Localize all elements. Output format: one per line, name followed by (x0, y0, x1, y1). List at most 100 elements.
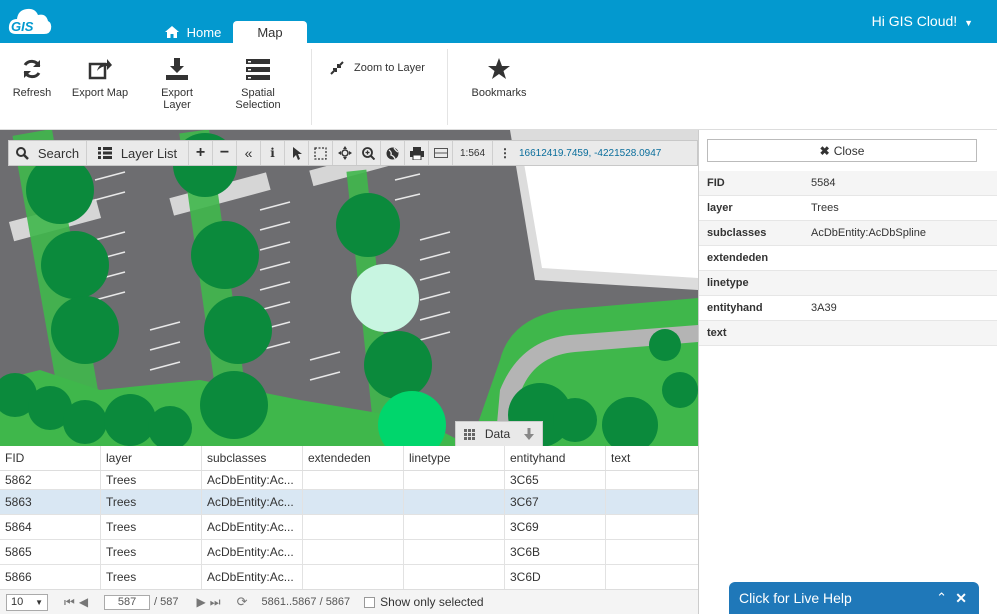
tab-home[interactable]: Home (153, 21, 233, 43)
data-panel-toggle[interactable]: Data (455, 421, 543, 446)
table-cell: 5865 (0, 540, 101, 564)
column-header[interactable]: linetype (404, 446, 505, 470)
zoom-box-button[interactable] (357, 141, 381, 165)
bookmarks-button[interactable]: Bookmarks (468, 57, 530, 99)
move-icon (337, 146, 352, 160)
attribute-row: entityhand 3A39 (699, 296, 997, 321)
previous-page-icon[interactable]: ◀ (79, 595, 88, 609)
box-select-button[interactable] (309, 141, 333, 165)
table-cell (606, 490, 698, 514)
measure-button[interactable] (429, 141, 453, 165)
attribute-key: subclasses (707, 227, 767, 239)
table-row-selected[interactable]: 5863 Trees AcDbEntity:Ac... 3C67 (0, 490, 698, 515)
last-page-icon[interactable]: ⏭ (210, 595, 221, 610)
page-size-select[interactable]: 10 ▼ (6, 593, 48, 611)
full-extent-button[interactable] (381, 141, 405, 165)
greeting-text: Hi GIS Cloud! (871, 13, 958, 29)
layer-list-label: Layer List (120, 145, 178, 161)
close-icon: ✖ (819, 143, 830, 158)
attribute-value: AcDbEntity:AcDbSpline (811, 227, 926, 239)
download-icon (166, 58, 188, 80)
export-layer-label-2: Layer (163, 99, 191, 111)
close-button[interactable]: ✖ Close (707, 139, 977, 162)
map-tiles (0, 130, 698, 446)
page-size-value: 10 (11, 596, 24, 608)
table-row[interactable]: 5864 Trees AcDbEntity:Ac... 3C69 (0, 515, 698, 540)
show-only-selected-checkbox[interactable] (364, 596, 376, 608)
zoom-in-icon (362, 146, 375, 160)
spatial-selection-button[interactable]: Spatial Selection (230, 57, 286, 111)
attribute-value: 3A39 (811, 302, 837, 314)
table-cell: AcDbEntity:Ac... (202, 565, 303, 589)
pan-button[interactable] (333, 141, 357, 165)
show-only-selected-label: Show only selected (380, 595, 484, 609)
table-cell: 3C6B (505, 540, 606, 564)
table-cell (404, 490, 505, 514)
info-button[interactable]: i (261, 141, 285, 165)
export-map-button[interactable]: Export Map (68, 57, 132, 99)
share-icon (88, 59, 112, 80)
table-cell (404, 565, 505, 589)
table-cell: AcDbEntity:Ac... (202, 540, 303, 564)
record-range: 5861..5867 / 5867 (261, 596, 351, 608)
first-page-icon[interactable]: ⏮ (64, 595, 75, 610)
table-cell: Trees (101, 490, 202, 514)
attribute-value: Trees (811, 202, 839, 214)
column-header[interactable]: layer (101, 446, 202, 470)
data-tab-label: Data (484, 427, 511, 441)
select-button[interactable] (285, 141, 309, 165)
collapse-toolbar-button[interactable]: « (237, 141, 261, 165)
table-row[interactable]: 5862 Trees AcDbEntity:Ac... 3C65 (0, 471, 698, 490)
refresh-icon[interactable]: ⟳ (237, 594, 248, 610)
globe-icon (386, 147, 399, 159)
refresh-button[interactable]: Refresh (8, 57, 56, 99)
gis-cloud-logo[interactable]: GIS (8, 4, 52, 38)
table-row[interactable]: 5866 Trees AcDbEntity:Ac... 3C6D (0, 565, 698, 589)
column-header[interactable]: extendeden (303, 446, 404, 470)
column-header[interactable]: FID (0, 446, 101, 470)
search-button[interactable]: Search (9, 141, 87, 165)
tab-map[interactable]: Map (233, 21, 307, 43)
table-cell (303, 471, 404, 489)
refresh-icon (23, 59, 41, 79)
print-button[interactable] (405, 141, 429, 165)
table-cell: Trees (101, 515, 202, 539)
double-chevron-left-icon: « (244, 145, 253, 161)
live-help-widget[interactable]: Click for Live Help ⌃ ✕ (729, 582, 979, 614)
current-page-input[interactable]: 587 (104, 594, 151, 610)
coordinate-readout: ⋮ 16612419.7459, -4221528.0947 (493, 141, 697, 165)
pointer-icon (292, 146, 302, 160)
table-cell: Trees (101, 471, 202, 489)
table-cell: Trees (101, 565, 202, 589)
attribute-row: linetype (699, 271, 997, 296)
zoom-in-button[interactable]: + (189, 141, 213, 165)
attribute-key: linetype (707, 277, 749, 289)
table-cell (404, 540, 505, 564)
zoom-to-layer-button[interactable]: Zoom to Layer (330, 61, 434, 75)
vertical-ellipsis-icon: ⋮ (499, 146, 511, 160)
next-page-icon[interactable]: ▶ (197, 595, 206, 609)
info-icon: i (270, 146, 275, 160)
close-icon[interactable]: ✕ (955, 590, 967, 607)
attribute-row: extendeden (699, 246, 997, 271)
export-layer-button[interactable]: Export Layer (150, 57, 204, 111)
column-header[interactable]: entityhand (505, 446, 606, 470)
chevron-up-icon[interactable]: ⌃ (936, 590, 947, 606)
export-map-label: Export Map (71, 87, 129, 99)
table-cell (303, 515, 404, 539)
table-cell: AcDbEntity:Ac... (202, 490, 303, 514)
table-row[interactable]: 5865 Trees AcDbEntity:Ac... 3C6B (0, 540, 698, 565)
table-cell (303, 540, 404, 564)
map-canvas[interactable]: Search Layer List + − « i 1:564 ⋮ 166124… (0, 130, 698, 446)
column-header[interactable]: text (606, 446, 698, 470)
column-header[interactable]: subclasses (202, 446, 303, 470)
user-menu[interactable]: Hi GIS Cloud! ▼ (872, 13, 973, 29)
zoom-out-button[interactable]: − (213, 141, 237, 165)
table-pager: 10 ▼ ⏮ ◀ 587 / 587 ▶ ⏭ ⟳ 5861..5867 / 58… (0, 589, 698, 614)
star-icon (488, 58, 510, 79)
attribute-row: subclasses AcDbEntity:AcDbSpline (699, 221, 997, 246)
layer-list-button[interactable]: Layer List (87, 141, 189, 165)
scale-display: 1:564 (453, 141, 493, 165)
table-cell: Trees (101, 540, 202, 564)
attribute-row: FID 5584 (699, 171, 997, 196)
